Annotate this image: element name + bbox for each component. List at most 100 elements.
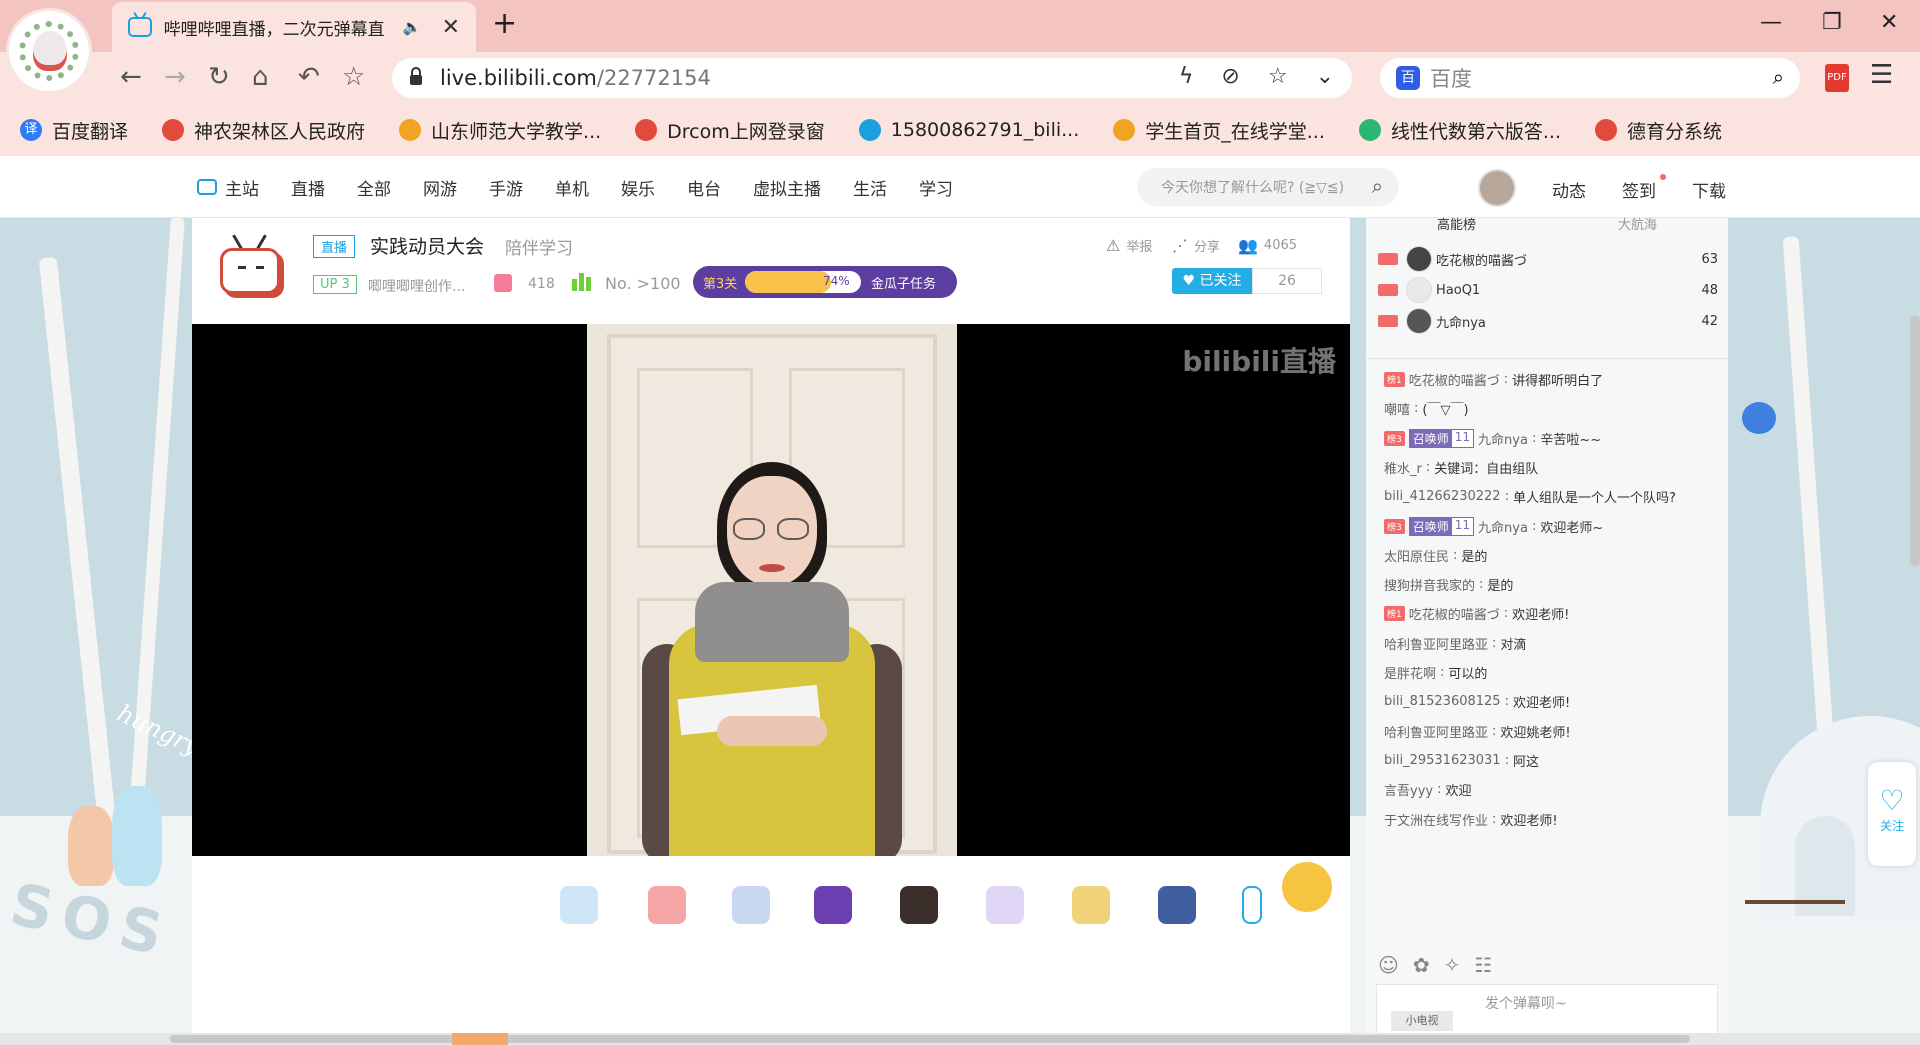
speaker-icon[interactable]: 🔈 <box>403 18 422 36</box>
nav-dynamic[interactable]: 动态 <box>1552 177 1586 202</box>
gift-item-1[interactable] <box>560 886 598 924</box>
back-arrow-icon[interactable]: ← <box>120 62 142 92</box>
rank-user-name[interactable]: 吃花椒的喵酱づ <box>1436 250 1701 269</box>
home-icon[interactable]: ⌂ <box>252 62 269 92</box>
bookmark-star-icon[interactable]: ☆ <box>342 62 365 92</box>
danmaku-user[interactable]: 于文洲在线写作业 <box>1384 810 1488 829</box>
danmaku-user[interactable]: bili_29531623031 <box>1384 753 1501 768</box>
nav-item-7[interactable]: 虚拟主播 <box>753 175 821 200</box>
new-tab-plus-icon[interactable]: + <box>492 6 517 41</box>
danmaku-user[interactable]: 九命nya <box>1478 429 1528 448</box>
rank-row[interactable]: 吃花椒的喵酱づ 63 <box>1378 244 1718 274</box>
bookmark-2[interactable]: 山东师范大学教学... <box>399 117 601 144</box>
tab-high-energy[interactable]: 高能榜 <box>1366 218 1547 238</box>
window-close-icon[interactable]: ✕ <box>1880 10 1898 35</box>
danmaku-user[interactable]: 稚水_r <box>1384 458 1422 477</box>
room-category-tag[interactable]: 陪伴学习 <box>505 234 573 259</box>
pdf-icon[interactable]: PDF <box>1825 64 1849 92</box>
undo-icon[interactable]: ↶ <box>298 62 320 92</box>
nav-home[interactable]: 主站 <box>197 175 259 200</box>
nav-item-9[interactable]: 学习 <box>919 175 953 200</box>
danmaku-user[interactable]: 搜狗拼音我家的 <box>1384 575 1475 594</box>
site-search-input[interactable]: 今天你想了解什么呢? (≧▽≦) ⌕ <box>1137 168 1399 206</box>
bookmark-4[interactable]: 15800862791_bili... <box>858 119 1079 141</box>
nav-item-0[interactable]: 直播 <box>291 175 325 200</box>
bookmark-3[interactable]: Drcom上网登录窗 <box>635 117 825 144</box>
danmaku-user[interactable]: 吃花椒的喵酱づ <box>1409 370 1500 389</box>
minimize-icon[interactable]: — <box>1760 10 1782 35</box>
search-icon[interactable]: ⌕ <box>1372 174 1383 198</box>
report-button[interactable]: ⚠ 举报 <box>1106 236 1152 255</box>
nav-item-5[interactable]: 娱乐 <box>621 175 655 200</box>
danmaku-user[interactable]: 九命nya <box>1478 517 1528 536</box>
danmaku-settings-icon[interactable]: ☷ <box>1474 953 1492 977</box>
follow-button[interactable]: ♥ 已关注 <box>1172 268 1252 294</box>
search-icon[interactable]: ⌕ <box>1773 65 1784 89</box>
nav-item-2[interactable]: 网游 <box>423 175 457 200</box>
scrollbar-thumb[interactable] <box>170 1035 1690 1043</box>
nav-item-3[interactable]: 手游 <box>489 175 523 200</box>
rank-row[interactable]: 九命nya 42 <box>1378 306 1718 336</box>
address-bar[interactable]: live.bilibili.com/22772154 ϟ ⊘ ☆ ⌄ <box>392 58 1352 98</box>
tab-close-icon[interactable]: ✕ <box>442 15 460 40</box>
rank-user-name[interactable]: 九命nya <box>1436 312 1701 331</box>
gift-item-7[interactable] <box>1072 886 1110 924</box>
bookmark-1[interactable]: 神农架林区人民政府 <box>162 117 365 144</box>
danmaku-user[interactable]: 嘲嘻 <box>1384 399 1410 418</box>
danmaku-mode-button[interactable]: 小电视 <box>1391 1011 1453 1031</box>
gift-item-6[interactable] <box>986 886 1024 924</box>
rank-avatar[interactable] <box>1406 246 1432 272</box>
forward-arrow-icon[interactable]: → <box>164 62 186 92</box>
hamburger-menu-icon[interactable]: ☰ <box>1870 60 1893 90</box>
palette-icon[interactable]: ✿ <box>1413 953 1430 977</box>
tab-voyage[interactable]: 大航海 <box>1547 218 1728 238</box>
rank-avatar[interactable] <box>1406 308 1432 334</box>
browser-profile-avatar[interactable] <box>6 8 92 94</box>
bookmark-7[interactable]: 德育分系统 <box>1595 117 1722 144</box>
up-name[interactable]: 唧哩唧哩创作... <box>368 276 465 296</box>
horizontal-scrollbar[interactable] <box>0 1033 1920 1045</box>
bookmark-0[interactable]: 译百度翻译 <box>20 117 128 144</box>
vertical-scrollbar[interactable] <box>1910 316 1920 566</box>
danmaku-user[interactable]: bili_41266230222 <box>1384 489 1501 504</box>
danmaku-user[interactable]: 哈利鲁亚阿里路亚 <box>1384 722 1488 741</box>
reload-icon[interactable]: ↻ <box>208 62 230 92</box>
bookmark-5[interactable]: 学生首页_在线学堂... <box>1113 117 1325 144</box>
danmaku-input[interactable]: 发个弹幕呗~ <box>1485 993 1567 1013</box>
rank-row[interactable]: HaoQ1 48 <box>1378 275 1718 305</box>
emoji-icon[interactable]: ☺ <box>1378 953 1399 977</box>
danmaku-user[interactable]: 哈利鲁亚阿里路亚 <box>1384 634 1488 653</box>
translate-icon[interactable]: ⊘ <box>1221 64 1239 89</box>
live-video-player[interactable]: bilibili直播 <box>192 324 1350 856</box>
danmaku-user[interactable]: 吃花椒的喵酱づ <box>1409 604 1500 623</box>
floating-follow-button[interactable]: ♡ 关注 <box>1868 762 1916 866</box>
baidu-search-box[interactable]: 百 百度 ⌕ <box>1380 58 1800 98</box>
danmaku-user[interactable]: 太阳原住民 <box>1384 546 1449 565</box>
favorite-star-icon[interactable]: ☆ <box>1268 64 1288 89</box>
gift-mascot[interactable] <box>1282 862 1332 912</box>
user-avatar[interactable] <box>1478 169 1516 207</box>
nav-item-4[interactable]: 单机 <box>555 175 589 200</box>
gold-seed-task-bar[interactable]: 第3关 74% 金瓜子任务 <box>693 266 957 298</box>
gift-item-4[interactable] <box>814 886 852 924</box>
gift-item-3[interactable] <box>732 886 770 924</box>
rank-avatar[interactable] <box>1406 277 1432 303</box>
danmaku-user[interactable]: 是胖花啊 <box>1384 663 1436 682</box>
rank-user-name[interactable]: HaoQ1 <box>1436 283 1701 298</box>
share-button[interactable]: ⋰ 分享 <box>1172 236 1220 255</box>
nav-item-6[interactable]: 电台 <box>687 175 721 200</box>
tab-bilibili-live[interactable]: 哔哩哔哩直播，二次元弹幕直 🔈 ✕ <box>112 2 476 52</box>
danmaku-user[interactable]: bili_81523608125 <box>1384 694 1501 709</box>
danmaku-user[interactable]: 言吾yyy <box>1384 780 1433 799</box>
nav-item-8[interactable]: 生活 <box>853 175 887 200</box>
gift-item-2[interactable] <box>648 886 686 924</box>
gift-item-5[interactable] <box>900 886 938 924</box>
gift-star-icon[interactable]: ✧ <box>1444 953 1461 977</box>
nav-sign-in[interactable]: 签到 <box>1622 177 1656 202</box>
nav-item-1[interactable]: 全部 <box>357 175 391 200</box>
bookmark-6[interactable]: 线性代数第六版答... <box>1358 117 1561 144</box>
rank-text[interactable]: No. >100 <box>605 274 681 293</box>
host-avatar[interactable] <box>214 230 286 302</box>
gift-item-8[interactable] <box>1158 886 1196 924</box>
nav-download[interactable]: 下载 <box>1692 177 1726 202</box>
